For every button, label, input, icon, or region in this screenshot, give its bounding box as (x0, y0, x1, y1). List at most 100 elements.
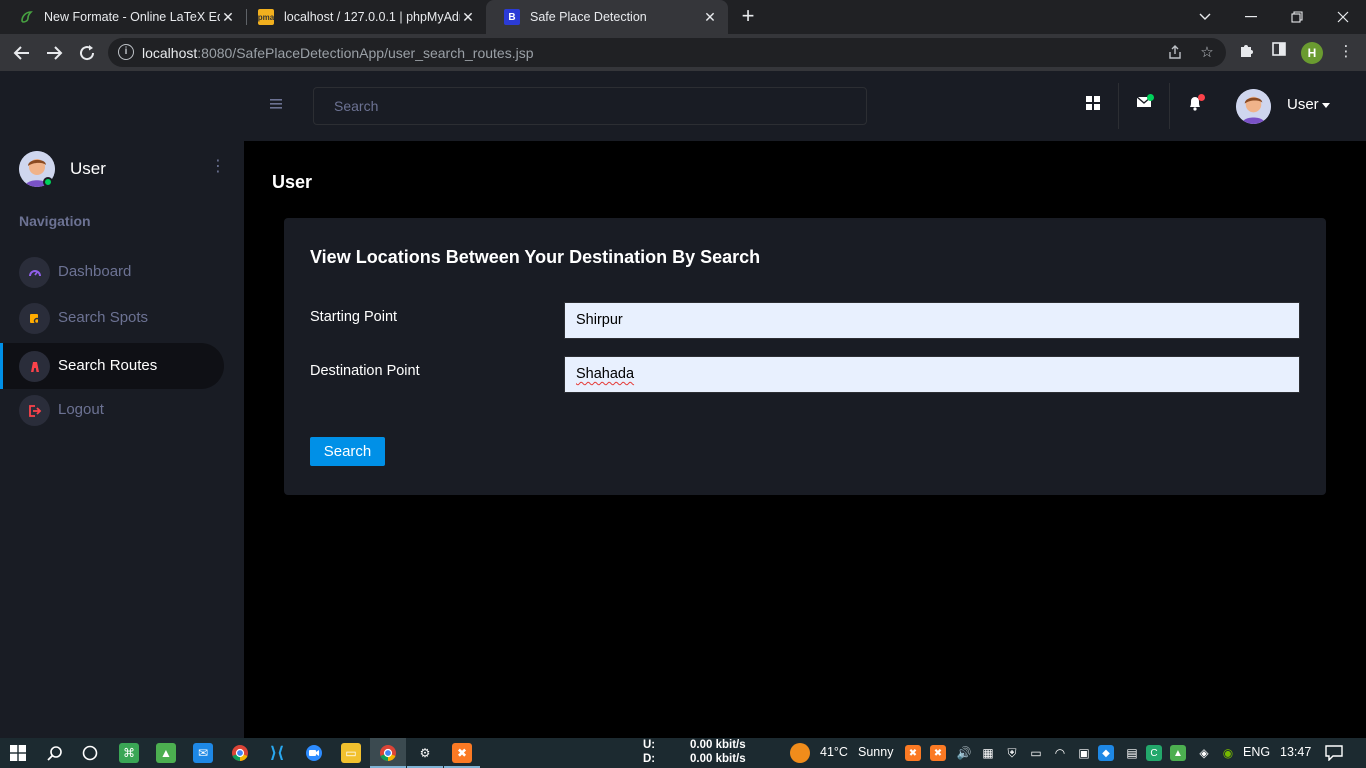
close-tab-icon[interactable]: ✕ (220, 9, 236, 25)
more-vertical-icon[interactable]: ⋮ (210, 157, 226, 177)
sunny-weather-icon[interactable] (790, 743, 810, 763)
sidebar-item-label: Search Spots (58, 309, 149, 326)
weather-condition[interactable]: Sunny (858, 745, 893, 759)
tab-search-icon[interactable] (1182, 0, 1228, 34)
browser-tab-active[interactable]: B Safe Place Detection ✕ (486, 0, 728, 34)
side-panel-icon[interactable] (1269, 42, 1289, 62)
browser-toolbar: i localhost:8080/SafePlaceDetectionApp/u… (0, 34, 1366, 71)
sidebar-item-search-spots[interactable]: Search Spots (0, 295, 224, 341)
tray-app-icon[interactable]: C (1146, 745, 1162, 761)
bootstrap-icon: B (504, 9, 520, 25)
camera-tray-icon[interactable]: ▣ (1074, 743, 1094, 763)
notification-dot (1198, 94, 1205, 101)
xampp-icon[interactable]: ✖ (452, 743, 472, 763)
search-routes-card: View Locations Between Your Destination … (284, 218, 1326, 495)
close-tab-icon[interactable]: ✕ (702, 9, 718, 25)
speedometer-icon (19, 257, 50, 288)
windows-start-icon[interactable] (8, 743, 28, 763)
navbar-divider (1118, 83, 1119, 129)
back-icon[interactable] (9, 40, 35, 66)
extensions-icon[interactable] (1237, 42, 1257, 62)
sidebar-item-dashboard[interactable]: Dashboard (0, 249, 224, 295)
chrome-icon[interactable] (230, 743, 250, 763)
search-spots-icon (19, 303, 50, 334)
new-tab-icon[interactable]: + (738, 5, 758, 28)
browser-profile-avatar[interactable]: H (1301, 42, 1323, 64)
security-tray-icon[interactable]: ⛨ (1002, 743, 1022, 763)
grid-icon[interactable] (1083, 95, 1103, 115)
navbar-user-name[interactable]: User (1287, 96, 1319, 113)
volume-icon[interactable]: 🔊 (954, 743, 974, 763)
destination-point-value: Shahada (576, 366, 635, 382)
chevron-down-icon[interactable] (1322, 103, 1330, 108)
navbar-divider (1169, 83, 1170, 129)
task-view-icon[interactable] (80, 743, 100, 763)
search-input[interactable] (314, 88, 866, 124)
page-title: User (272, 172, 313, 192)
nav-heading: Navigation (19, 213, 91, 229)
tray-app-icon[interactable]: ◆ (1098, 745, 1114, 761)
app-shell: User ⋮ Navigation Dashboard Search Spots (0, 71, 1366, 738)
file-explorer-icon[interactable]: ▭ (341, 743, 361, 763)
browser-tab[interactable]: pma localhost / 127.0.0.1 | phpMyAdm ✕ (240, 0, 486, 34)
sidebar-brand (0, 71, 244, 141)
close-tab-icon[interactable]: ✕ (460, 9, 476, 25)
destination-point-label: Destination Point (310, 363, 420, 379)
nvidia-icon[interactable]: ◉ (1218, 743, 1238, 763)
download-label: D: (643, 753, 656, 765)
clock[interactable]: 13:47 (1280, 745, 1311, 759)
search-icon[interactable] (45, 743, 65, 763)
sidebar-item-label: Dashboard (58, 263, 132, 280)
xampp-tray-icon[interactable]: ✖ (905, 745, 921, 761)
settings-gear-icon[interactable]: ⚙ (415, 743, 435, 763)
photos-icon[interactable]: ▲ (156, 743, 176, 763)
share-icon[interactable] (1166, 44, 1184, 62)
app-icon-green[interactable]: ⌘ (119, 743, 139, 763)
wifi-icon[interactable]: ◠ (1050, 743, 1070, 763)
search-button[interactable]: Search (310, 437, 385, 466)
routes-icon (19, 351, 50, 382)
sidebar-item-search-routes[interactable]: Search Routes (0, 343, 224, 389)
battery-icon[interactable]: ▭ (1026, 743, 1046, 763)
restore-icon[interactable] (1274, 0, 1320, 34)
language-indicator[interactable]: ENG (1243, 745, 1270, 759)
reload-icon[interactable] (74, 40, 100, 66)
mail-app-icon[interactable]: ✉ (193, 743, 213, 763)
photos-tray-icon[interactable]: ▲ (1170, 745, 1186, 761)
navbar-search (313, 87, 867, 125)
keyboard-tray-icon[interactable]: ▤ (1122, 743, 1142, 763)
zoom-icon[interactable] (304, 743, 324, 763)
starting-point-input[interactable]: Shirpur (564, 302, 1300, 339)
url-text[interactable]: localhost:8080/SafePlaceDetectionApp/use… (142, 45, 533, 61)
browser-menu-icon[interactable]: ⋮ (1336, 42, 1356, 62)
phpmyadmin-icon: pma (258, 9, 274, 25)
temperature[interactable]: 41°C (820, 745, 848, 759)
xampp-tray-icon[interactable]: ✖ (930, 745, 946, 761)
notifications-icon[interactable] (1324, 743, 1344, 763)
tray-icon[interactable]: ▦ (978, 743, 998, 763)
bookmark-star-icon[interactable]: ☆ (1198, 44, 1216, 62)
chrome-active-icon[interactable] (378, 743, 398, 763)
sidebar-user-name: User (70, 159, 106, 178)
site-info-icon[interactable]: i (118, 44, 134, 60)
overleaf-icon (18, 9, 34, 25)
download-speed: 0.00 kbit/s (690, 753, 746, 765)
tab-title: localhost / 127.0.0.1 | phpMyAdm (284, 10, 460, 24)
online-status-indicator (43, 177, 53, 187)
network-tray-icon[interactable]: ◈ (1194, 743, 1214, 763)
upload-label: U: (643, 739, 656, 751)
address-bar[interactable]: i localhost:8080/SafePlaceDetectionApp/u… (108, 38, 1226, 67)
mail-unread-dot (1147, 94, 1154, 101)
browser-tab[interactable]: New Formate - Online LaTeX Edit ✕ (0, 0, 246, 34)
navbar-avatar[interactable] (1236, 89, 1271, 124)
sidebar-item-label: Logout (58, 401, 104, 418)
forward-icon[interactable] (41, 40, 67, 66)
destination-point-input[interactable]: Shahada (564, 356, 1300, 393)
close-window-icon[interactable] (1320, 0, 1366, 34)
minimize-icon[interactable] (1228, 0, 1274, 34)
vscode-icon[interactable]: ⟩⟨ (267, 743, 287, 763)
menu-toggle-icon[interactable] (270, 98, 286, 112)
sidebar-item-label: Search Routes (58, 357, 158, 374)
sidebar-item-logout[interactable]: Logout (0, 387, 224, 433)
card-title: View Locations Between Your Destination … (310, 247, 761, 267)
